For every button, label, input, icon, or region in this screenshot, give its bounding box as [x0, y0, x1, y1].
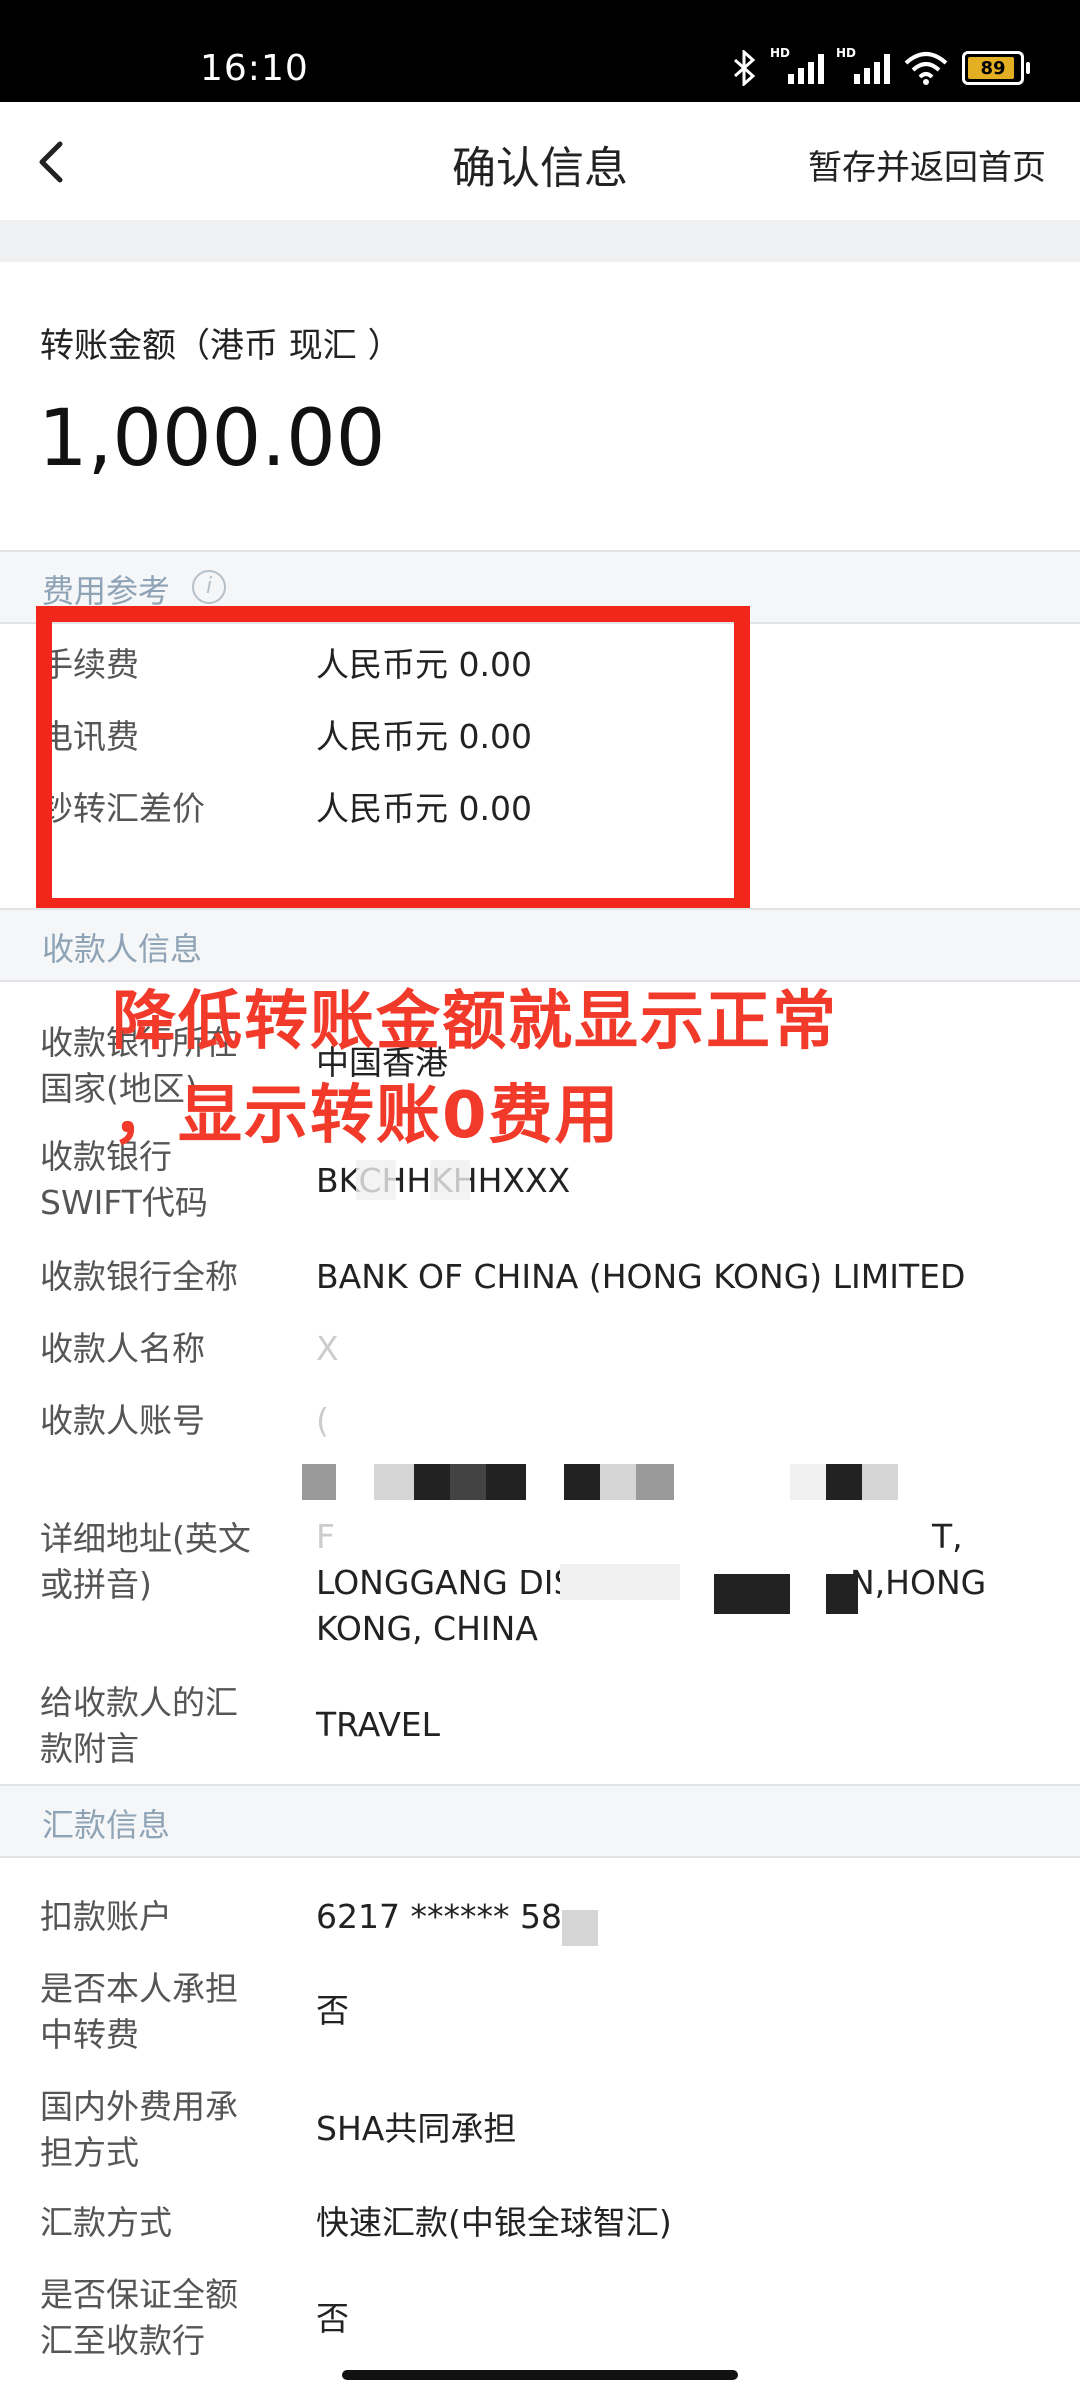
nav-bar: 确认信息 暂存并返回首页	[0, 102, 1080, 220]
remit-method-value: 快速汇款(中银全球智汇)	[316, 2203, 672, 2242]
amount-label: 转账金额（港币 现汇 ）	[40, 326, 402, 366]
payee-name-value: X	[316, 1329, 339, 1368]
payee-address-line2-end: N,HONG	[850, 1563, 987, 1602]
redaction-mark	[562, 1910, 598, 1946]
payee-address-line3: KONG, CHINA	[316, 1609, 538, 1648]
redaction-mark	[714, 1574, 790, 1614]
battery-level: 89	[980, 57, 1006, 79]
guarantee-full-amount-label: 是否保证全额汇至收款行	[40, 2275, 238, 2360]
fee-mode-value: SHA共同承担	[316, 2109, 517, 2148]
payee-name-label: 收款人名称	[40, 1329, 205, 1368]
payee-address-line1-start: F	[316, 1517, 335, 1556]
payee-section-title: 收款人信息	[42, 930, 203, 968]
bluetooth-icon	[734, 50, 756, 86]
redaction-mark	[790, 1464, 826, 1500]
remit-section-title: 汇款信息	[42, 1806, 171, 1844]
remit-section-header: 汇款信息	[0, 1784, 1080, 1858]
wifi-icon	[904, 52, 948, 85]
self-bear-fee-value: 否	[316, 1991, 349, 2030]
battery-icon: 89	[962, 51, 1030, 85]
fee-mode-label: 国内外费用承担方式	[40, 2087, 238, 2172]
redaction-mark	[430, 1160, 470, 1200]
annotation-red-box	[36, 606, 750, 914]
redaction-mark	[486, 1464, 526, 1500]
payee-remark-label: 给收款人的汇款附言	[40, 1683, 238, 1768]
signal-icon-2: HD	[836, 46, 890, 84]
payee-account-value: (	[316, 1401, 329, 1440]
status-icons: HD HD 89	[732, 46, 1030, 86]
annotation-text-line1: 降低转账金额就显示正常	[112, 985, 838, 1059]
redaction-mark	[560, 1564, 680, 1600]
amount-value: 1,000.00	[38, 394, 386, 484]
payee-bank-name-value: BANK OF CHINA (HONG KONG) LIMITED	[316, 1257, 966, 1296]
payee-bank-name-label: 收款银行全称	[40, 1257, 238, 1296]
payee-remark-value: TRAVEL	[316, 1705, 441, 1744]
redaction-mark	[826, 1464, 862, 1500]
status-bar: 16:10 HD HD 89	[0, 0, 1080, 102]
redaction-mark	[414, 1464, 450, 1500]
save-and-return-home-button[interactable]: 暂存并返回首页	[808, 140, 1046, 189]
payee-account-label: 收款人账号	[40, 1401, 205, 1440]
payee-address-line1-end: T,	[932, 1517, 963, 1556]
redaction-mark	[564, 1464, 600, 1500]
guarantee-full-amount-value: 否	[316, 2299, 349, 2338]
home-indicator[interactable]	[342, 2370, 738, 2380]
redaction-mark	[302, 1464, 336, 1500]
redaction-mark	[356, 1160, 396, 1200]
redaction-mark	[636, 1464, 674, 1500]
redaction-mark	[450, 1464, 486, 1500]
redaction-mark	[374, 1464, 414, 1500]
info-icon[interactable]: i	[192, 570, 226, 604]
redaction-mark	[600, 1464, 636, 1500]
debit-account-value: 6217 ****** 58	[316, 1897, 562, 1936]
remit-method-label: 汇款方式	[40, 2203, 172, 2242]
self-bear-fee-label: 是否本人承担中转费	[40, 1969, 238, 2054]
amount-block: 转账金额（港币 现汇 ） 1,000.00	[0, 262, 1080, 550]
signal-icon-1: HD	[770, 46, 824, 84]
status-time: 16:10	[200, 48, 309, 89]
payee-address-label: 详细地址(英文或拼音)	[40, 1519, 251, 1604]
annotation-text-line2: ，显示转账0费用	[112, 1079, 621, 1153]
top-divider	[0, 220, 1080, 262]
payee-address-line2-start: LONGGANG DIS	[316, 1563, 575, 1602]
redaction-mark	[862, 1464, 898, 1500]
debit-account-label: 扣款账户	[40, 1897, 172, 1936]
